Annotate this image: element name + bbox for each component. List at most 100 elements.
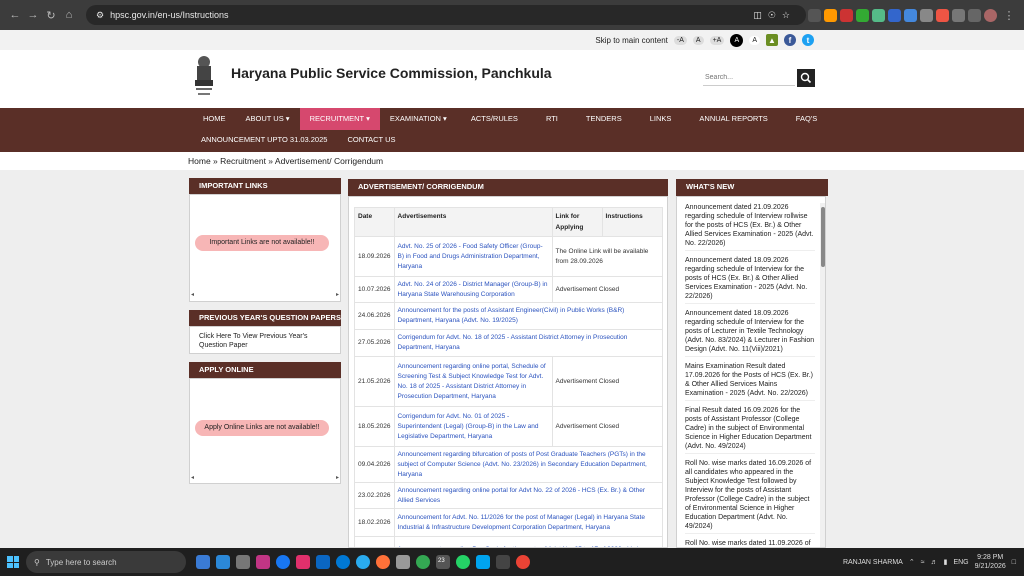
contrast-light-button[interactable]: A [749,35,760,45]
twitter-icon[interactable]: t [802,34,814,46]
nav-links[interactable]: LINKS [636,108,686,130]
scrollbar-thumb[interactable] [821,207,825,267]
row-advertisement-link[interactable]: Corrigendum for Advt. No. 01 of 2025 - S… [393,406,553,447]
row-advertisement-link[interactable]: Announcement for Advt. No. 11/2026 for t… [393,508,664,537]
row-advertisement-link[interactable]: Announcement regarding bifurcation of po… [393,446,664,483]
file-explorer-icon[interactable] [236,555,250,569]
facebook-icon[interactable]: f [784,34,796,46]
row-date: 23.02.2026 [354,482,395,509]
apply-online-hscroll[interactable]: ◂ ▸ [191,474,339,482]
row-advertisement-link[interactable]: Corrigendum for Advt. No. 18 of 2025 - A… [393,329,664,357]
nav-acts-rules[interactable]: ACTS/RULES [457,108,532,130]
profile-icon[interactable] [984,8,997,22]
whats-new-item[interactable]: Roll No. wise marks dated 11.09.2026 of [685,537,815,547]
whatsapp-icon[interactable] [456,555,470,569]
windows-start-icon[interactable] [4,553,22,571]
instagram-app-icon[interactable] [296,555,310,569]
whats-new-item[interactable]: Mains Examination Result dated 17.09.202… [685,360,815,401]
clock-time: 9:28 PM [977,554,1004,561]
app-icon[interactable] [496,555,510,569]
nav-home[interactable]: HOME [193,108,236,130]
task-view-icon[interactable] [196,555,210,569]
chrome-icon[interactable] [416,555,430,569]
contrast-dark-button[interactable]: A [730,33,744,47]
address-bar[interactable]: ⚙ hpsc.gov.in/en-us/Instructions ◫☉☆ [86,5,806,25]
extension-icon[interactable] [824,8,837,22]
extension-icon[interactable] [856,8,869,22]
nav-announcement-upto[interactable]: ANNOUNCEMENT UPTO 31.03.2025 [191,129,337,151]
extension-icon[interactable] [936,8,949,22]
wifi-icon[interactable]: ≈ [921,559,925,566]
row-advertisement-link[interactable]: Announcement for the posts of Assistant … [393,302,664,330]
battery-icon[interactable]: ▮ [944,558,948,566]
nav-faqs[interactable]: FAQ'S [782,108,831,130]
nav-annual-reports[interactable]: ANNUAL REPORTS [685,108,781,130]
telegram-icon[interactable] [356,555,370,569]
nav-about-us[interactable]: ABOUT US ▾ [236,108,300,130]
site-search-input[interactable] [703,70,795,86]
facebook-app-icon[interactable] [276,555,290,569]
extensions-area: ⋮ [808,8,1018,22]
pyq-link[interactable]: Click Here To View Previous Year's Quest… [199,332,319,350]
edge-icon[interactable] [336,555,350,569]
forward-icon[interactable]: → [24,9,42,21]
nav-contact-us[interactable]: CONTACT US [337,129,405,151]
site-search-button[interactable] [797,69,815,87]
table-row: 21.05.2026 Announcement regarding online… [354,356,664,407]
download-icon[interactable] [968,8,981,22]
mail-icon[interactable] [216,555,230,569]
font-increase-button[interactable]: +A [709,35,725,45]
site-info-icon[interactable]: ⚙ [96,10,104,21]
nav-tenders[interactable]: TENDERS [572,108,636,130]
accessibility-icon[interactable]: ▲ [766,34,778,46]
nav-examination[interactable]: EXAMINATION ▾ [380,108,457,130]
instagram-icon[interactable] [256,555,270,569]
row-date: 27.05.2026 [354,329,395,357]
clock[interactable]: 9:28 PM 9/21/2026 [975,553,1006,571]
back-icon[interactable]: ← [6,9,24,21]
accessibility-strip: Skip to main content -A A +A A A ▲ f t [0,30,1024,50]
extension-icon[interactable] [904,8,917,22]
app-icon[interactable] [396,555,410,569]
puzzle-icon[interactable] [952,8,965,22]
reload-icon[interactable]: ↻ [42,9,60,22]
nav-recruitment[interactable]: RECRUITMENT ▾ [299,108,380,130]
table-row: Announcement regarding Pay Scale for the… [354,536,664,547]
row-advertisement-link[interactable]: Announcement regarding online portal, Sc… [393,356,553,407]
menu-icon[interactable]: ⋮ [1000,9,1018,22]
whats-new-item[interactable]: Final Result dated 16.09.2026 for the po… [685,404,815,454]
extension-icon[interactable] [872,8,885,22]
row-advertisement-link[interactable]: Advt. No. 24 of 2026 - District Manager … [393,276,553,303]
row-date: 09.04.2026 [354,446,395,483]
notification-icon[interactable]: □ [1012,559,1016,566]
whats-new-item[interactable]: Announcement dated 18.09.2026 regarding … [685,307,815,357]
extension-icon[interactable] [888,8,901,22]
volume-icon[interactable]: ♬ [931,559,938,566]
whats-new-item[interactable]: Announcement dated 21.09.2026 regarding … [685,201,815,251]
whats-new-item[interactable]: Announcement dated 18.09.2026 regarding … [685,254,815,304]
row-advertisement-link[interactable]: Announcement regarding Pay Scale for the… [393,536,664,547]
font-decrease-button[interactable]: -A [673,35,687,45]
whats-new-scrollbar[interactable] [820,203,825,547]
home-icon[interactable]: ⌂ [60,9,78,21]
taskbar-search[interactable]: ⚲ Type here to search [26,551,186,573]
extension-icon[interactable] [840,8,853,22]
store-icon[interactable] [476,555,490,569]
linkedin-icon[interactable] [316,555,330,569]
tray-chevron-icon[interactable]: ⌃ [909,558,915,566]
row-advertisement-link[interactable]: Announcement regarding online portal for… [393,482,664,509]
whats-new-heading: WHAT'S NEW [676,179,828,196]
important-links-hscroll[interactable]: ◂ ▸ [191,291,339,299]
firefox-icon[interactable] [376,555,390,569]
address-bar-actions-icon[interactable]: ◫☉☆ [753,10,796,21]
extension-icon[interactable] [920,8,933,22]
skip-to-main-link[interactable]: Skip to main content [595,36,667,45]
language-indicator[interactable]: ENG [953,559,968,566]
extension-icon[interactable] [808,8,821,22]
chrome-active-icon[interactable] [516,555,530,569]
row-advertisement-link[interactable]: Advt. No. 25 of 2026 - Food Safety Offic… [393,236,553,277]
nav-rti[interactable]: RTI [532,108,572,130]
whats-new-item[interactable]: Roll No. wise marks dated 16.09.2026 of … [685,457,815,534]
font-normal-button[interactable]: A [692,35,704,45]
notification-app-icon[interactable]: 23 [436,555,450,569]
